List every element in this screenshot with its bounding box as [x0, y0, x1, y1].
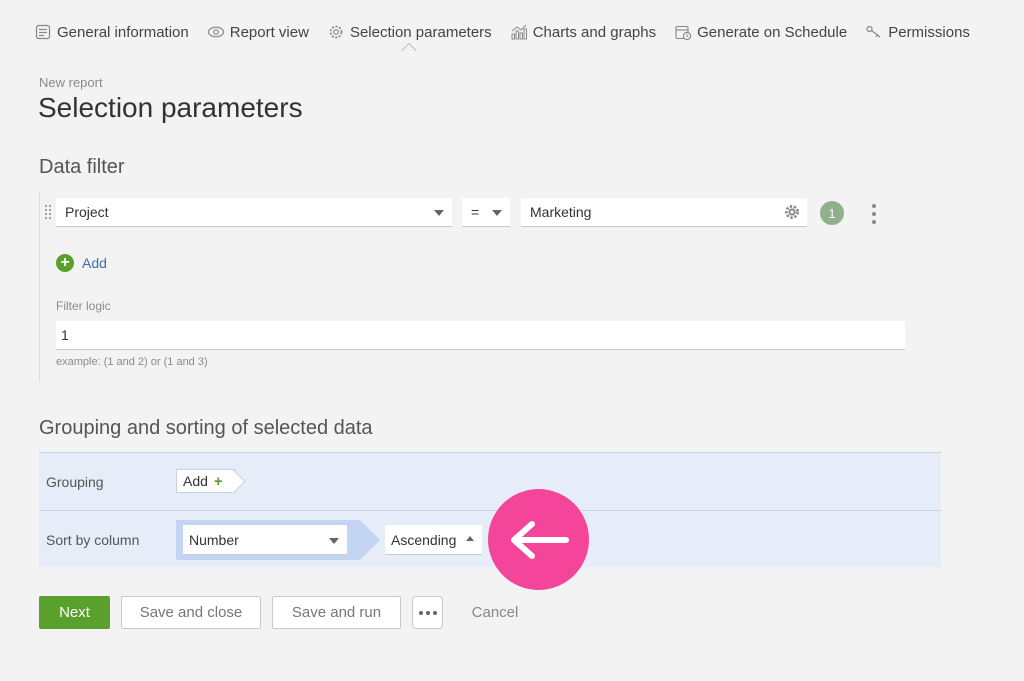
filter-value-field[interactable]: Marketing	[521, 198, 807, 227]
sort-order-select[interactable]: Ascending	[385, 525, 482, 555]
add-grouping-label: Add	[183, 473, 208, 489]
gear-icon	[327, 23, 345, 41]
sort-by-column-label: Sort by column	[46, 531, 140, 548]
tab-label: General information	[57, 23, 189, 41]
highlight-arrow-marker	[488, 489, 589, 590]
filter-operator-value: =	[471, 204, 480, 220]
plus-icon: +	[213, 472, 223, 490]
eye-icon	[207, 23, 225, 41]
tab-label: Selection parameters	[349, 23, 492, 41]
tab-label: Report view	[229, 23, 309, 41]
chevron-down-icon	[492, 210, 502, 216]
save-and-run-button[interactable]: Save and run	[272, 596, 401, 629]
chevron-down-icon	[434, 210, 444, 216]
tab-selection-parameters[interactable]: Selection parameters	[327, 22, 492, 42]
grouping-sorting-title: Grouping and sorting of selected data	[39, 417, 373, 439]
tab-label: Charts and graphs	[532, 23, 657, 41]
grouping-label: Grouping	[46, 473, 104, 490]
cancel-button[interactable]: Cancel	[462, 596, 528, 629]
page-title: Selection parameters	[38, 92, 303, 123]
condition-index-badge: 1	[820, 201, 844, 225]
next-button[interactable]: Next	[39, 596, 110, 629]
grouping-row: Grouping Add +	[39, 453, 941, 510]
key-icon	[865, 23, 883, 41]
more-actions-button[interactable]	[412, 596, 443, 629]
add-condition-button[interactable]: + Add	[56, 254, 107, 272]
tab-bar: General information Report view Selectio…	[34, 0, 988, 60]
filter-field-value: Project	[65, 204, 109, 220]
save-and-close-button[interactable]: Save and close	[121, 596, 261, 629]
gear-icon[interactable]	[783, 203, 801, 221]
sort-order-value: Ascending	[391, 531, 457, 548]
chevron-up-icon	[466, 535, 474, 541]
tab-label: Generate on Schedule	[697, 23, 848, 41]
chevron-down-icon	[329, 537, 339, 544]
calendar-clock-icon	[674, 23, 692, 41]
breadcrumb: New report	[39, 75, 103, 90]
sort-column-select[interactable]: Number	[183, 525, 347, 555]
filter-field-select[interactable]: Project	[56, 198, 452, 227]
drag-handle-icon[interactable]	[44, 204, 52, 220]
filter-logic-hint: example: (1 and 2) or (1 and 3)	[56, 356, 208, 368]
tab-charts-and-graphs[interactable]: Charts and graphs	[510, 22, 656, 42]
arrow-left-icon	[510, 520, 569, 559]
add-grouping-button[interactable]: Add +	[176, 469, 236, 493]
filter-operator-select[interactable]: =	[462, 198, 510, 227]
filter-value-text: Marketing	[530, 204, 592, 220]
plus-circle-icon: +	[56, 254, 74, 272]
sort-column-value: Number	[189, 531, 239, 548]
tab-permissions[interactable]: Permissions	[865, 22, 970, 42]
data-filter-title: Data filter	[39, 156, 125, 178]
tab-report-view[interactable]: Report view	[207, 22, 309, 42]
tab-generate-on-schedule[interactable]: Generate on Schedule	[674, 22, 847, 42]
document-lines-icon	[34, 23, 52, 41]
bar-chart-icon	[510, 23, 528, 41]
filter-logic-label: Filter logic	[56, 299, 111, 313]
tab-general-information[interactable]: General information	[34, 22, 189, 42]
add-condition-label: Add	[82, 255, 107, 271]
filter-logic-input[interactable]	[56, 321, 905, 350]
more-vertical-icon[interactable]	[871, 204, 877, 224]
tab-label: Permissions	[888, 23, 970, 41]
